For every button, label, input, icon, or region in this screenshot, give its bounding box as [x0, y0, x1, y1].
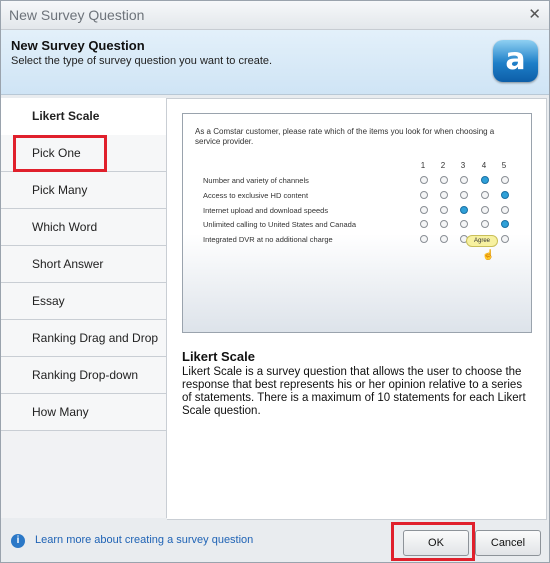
logo-letter: a [505, 42, 526, 77]
ok-highlight [391, 522, 475, 561]
title-bar[interactable]: New Survey Question ✕ [1, 1, 549, 30]
sidebar-item-label: How Many [32, 405, 89, 419]
pick-one-highlight [13, 135, 107, 172]
description-title: Likert Scale [182, 349, 255, 364]
sidebar-item-which-word[interactable]: Which Word [1, 209, 166, 246]
dialog-header: New Survey Question Select the type of s… [1, 30, 549, 95]
preview-radio [460, 220, 468, 228]
preview-radio [440, 220, 448, 228]
learn-more-link[interactable]: Learn more about creating a survey quest… [35, 534, 253, 546]
preview-radio [501, 235, 509, 243]
sidebar-item-likert-scale[interactable]: Likert Scale [1, 98, 166, 135]
preview-row-label: Number and variety of channels [203, 176, 309, 185]
preview-question: As a Comstar customer, please rate which… [195, 127, 495, 146]
sidebar-item-essay[interactable]: Essay [1, 283, 166, 320]
preview-radio [440, 235, 448, 243]
preview-radio [481, 176, 489, 184]
preview-radio [420, 206, 428, 214]
description-text: Likert Scale is a survey question that a… [182, 366, 526, 417]
sidebar-item-label: Short Answer [32, 257, 104, 271]
preview-radio [501, 176, 509, 184]
preview-radio [481, 206, 489, 214]
sidebar-item-pick-many[interactable]: Pick Many [1, 172, 166, 209]
preview-column-header: 5 [501, 161, 507, 170]
sidebar-item-ranking-drag-and-drop[interactable]: Ranking Drag and Drop [1, 320, 166, 357]
question-detail-panel: As a Comstar customer, please rate which… [167, 98, 547, 520]
cancel-button[interactable]: Cancel [475, 530, 541, 556]
preview-radio [420, 191, 428, 199]
preview-column-header: 1 [420, 161, 426, 170]
sidebar-item-short-answer[interactable]: Short Answer [1, 246, 166, 283]
info-icon: i [11, 534, 25, 548]
close-icon[interactable]: ✕ [528, 5, 541, 23]
preview-radio [440, 206, 448, 214]
preview-radio [481, 191, 489, 199]
sidebar-item-how-many[interactable]: How Many [1, 394, 166, 431]
preview-radio [440, 176, 448, 184]
preview-radio [460, 191, 468, 199]
preview-row-label: Integrated DVR at no additional charge [203, 235, 333, 244]
window-title: New Survey Question [9, 7, 145, 23]
preview-radio [460, 206, 468, 214]
agree-tooltip: Agree [466, 235, 498, 247]
app-logo-icon: a [493, 40, 538, 82]
preview-radio [420, 176, 428, 184]
preview-radio [440, 191, 448, 199]
preview-column-header: 3 [460, 161, 466, 170]
sidebar-item-label: Likert Scale [32, 109, 100, 123]
preview-radio [501, 220, 509, 228]
header-subtitle: Select the type of survey question you w… [11, 55, 273, 67]
preview-row-label: Access to exclusive HD content [203, 191, 309, 200]
preview-column-header: 4 [481, 161, 487, 170]
sidebar-item-label: Which Word [32, 220, 98, 234]
preview-column-header: 2 [440, 161, 446, 170]
preview-row-label: Internet upload and download speeds [203, 206, 329, 215]
preview-radio [501, 191, 509, 199]
sidebar-item-ranking-drop-down[interactable]: Ranking Drop-down [1, 357, 166, 394]
preview-radio [460, 176, 468, 184]
preview-radio [481, 220, 489, 228]
preview-row-label: Unlimited calling to United States and C… [203, 220, 357, 229]
hand-cursor-icon: ☝ [482, 250, 495, 261]
preview-radio [420, 220, 428, 228]
preview-radio [501, 206, 509, 214]
header-title: New Survey Question [11, 38, 145, 53]
sidebar-item-label: Pick Many [32, 183, 88, 197]
likert-preview: As a Comstar customer, please rate which… [182, 113, 532, 333]
sidebar-item-label: Essay [32, 294, 65, 308]
preview-radio [420, 235, 428, 243]
dialog-window: New Survey Question ✕ New Survey Questio… [0, 0, 550, 563]
sidebar-item-label: Ranking Drag and Drop [32, 331, 159, 345]
sidebar-item-label: Ranking Drop-down [32, 368, 139, 382]
